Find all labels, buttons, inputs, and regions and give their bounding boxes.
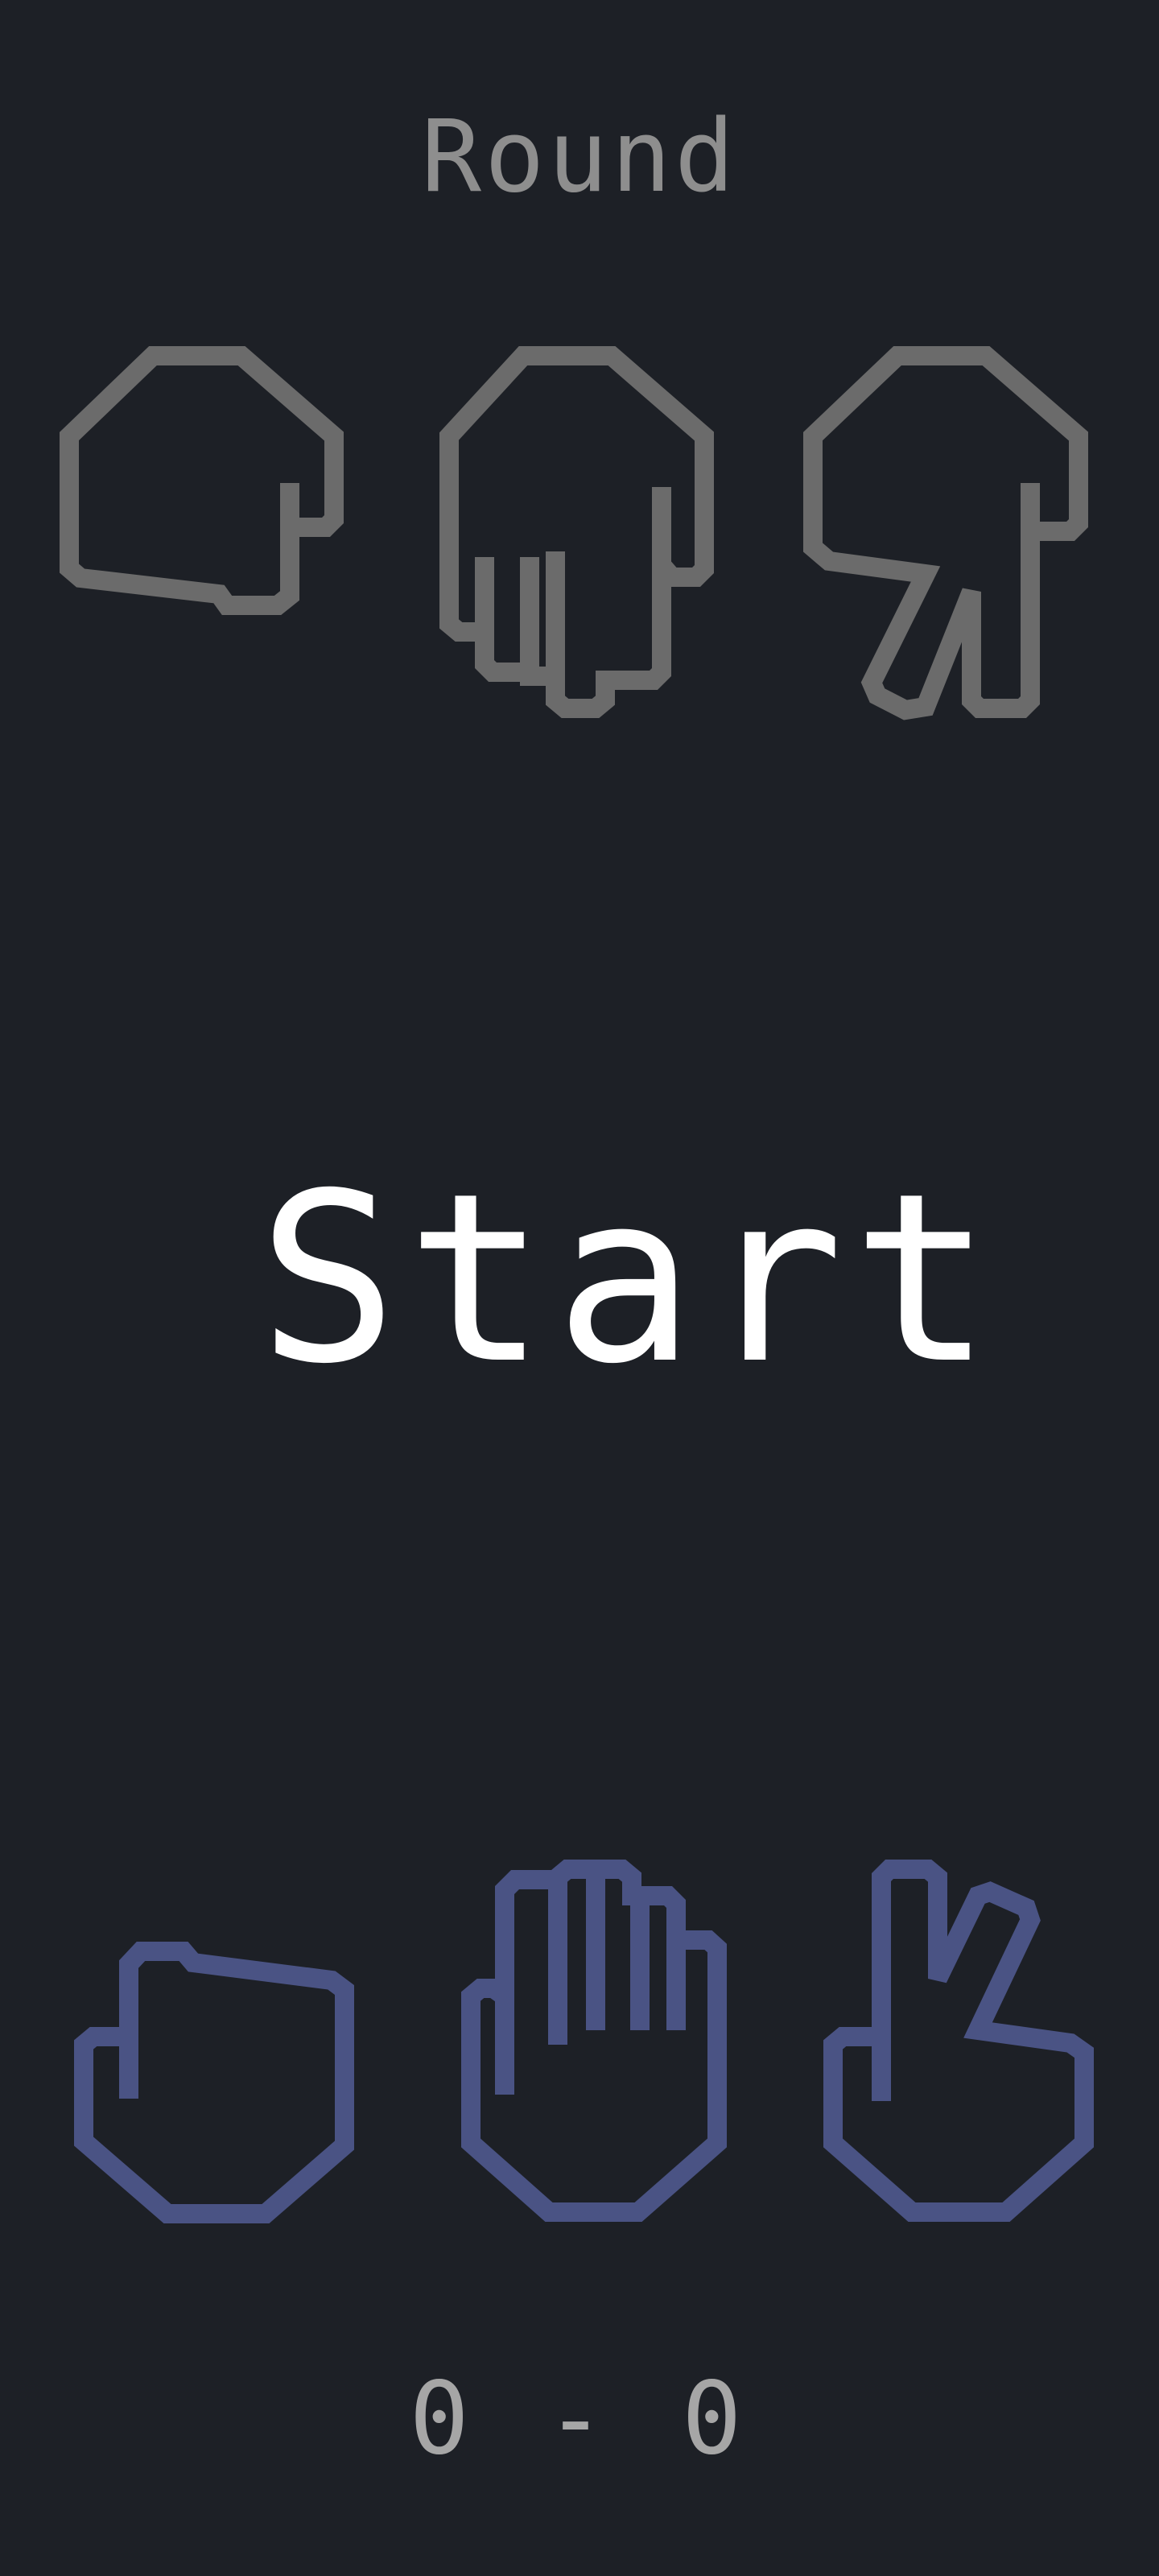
rock-hand-icon	[74, 1942, 354, 2223]
opponent-paper-icon	[427, 346, 716, 741]
paper-hand-icon	[461, 1860, 727, 2222]
opponent-scissors-icon	[801, 346, 1091, 741]
start-button[interactable]: Start	[258, 1159, 992, 1401]
player-scissors-button[interactable]	[809, 1835, 1099, 2230]
score-display: 0 - 0	[409, 2361, 750, 2477]
opponent-rock-icon	[56, 346, 346, 636]
player-paper-button[interactable]	[447, 1835, 736, 2230]
player-rock-button[interactable]	[72, 1940, 362, 2230]
round-label: Round	[421, 99, 738, 215]
scissors-hand-icon	[823, 1860, 1094, 2222]
